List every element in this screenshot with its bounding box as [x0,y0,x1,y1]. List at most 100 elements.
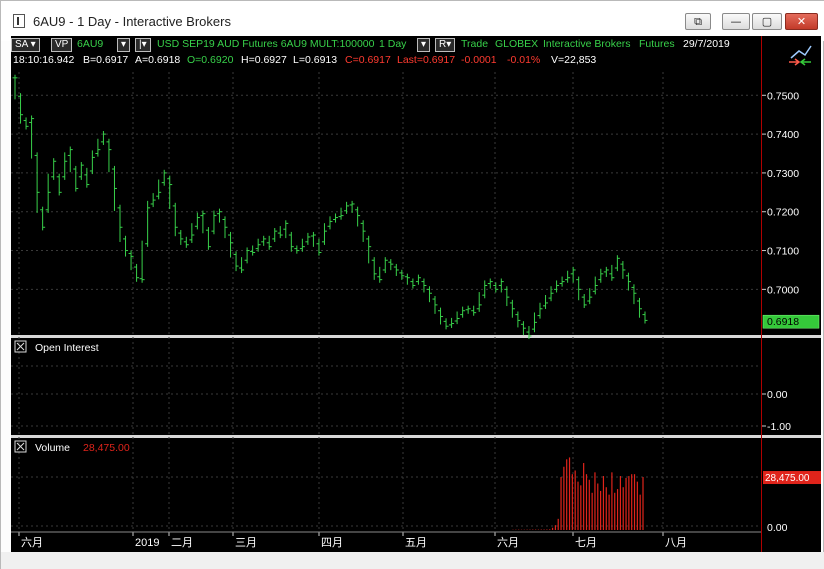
change-label: -0.0001 [461,54,497,66]
price-bar [432,295,438,314]
price-bar [476,292,482,312]
volume-title: Volume [35,442,70,454]
price-bar [531,312,537,333]
y-tick-label: 0.7000 [767,284,799,296]
price-bar [100,130,106,145]
price-bar [216,208,222,223]
x-tick-label: 五月 [405,537,427,549]
volume-tick-label: 0.00 [767,522,788,534]
minimize-button[interactable]: — [722,13,750,30]
app-icon [13,14,25,28]
price-bar [614,255,620,272]
price-bar [587,288,593,305]
price-bar [134,263,140,282]
price-bar [498,278,504,293]
restore-button[interactable]: ▢ [752,13,782,30]
price-bar [520,321,526,336]
header-row-2: 18:10:16.942 B=0.6917 A=0.6918 O=0.6920 … [11,52,759,68]
volume-total-label: V=22,853 [551,54,597,66]
close-button[interactable]: ✕ [785,13,818,30]
price-bar [554,280,560,293]
price-bar [244,247,250,264]
price-bar [565,270,571,283]
high-label: H=0.6927 [241,54,287,66]
price-bar [145,200,151,247]
price-bar [123,235,129,257]
price-bar [636,297,642,318]
price-bar [205,227,211,250]
price-bar [443,318,449,330]
time-label: 18:10:16.942 [13,54,75,66]
price-bar [239,257,245,274]
price-bar [233,251,239,272]
x-tick-label: 四月 [321,537,343,549]
price-bar [310,231,316,247]
x-tick-label: 二月 [171,537,193,549]
price-bar [305,232,311,245]
price-bar [382,257,388,274]
price-bar [371,257,377,280]
price-bar [592,276,598,295]
period-dropdown[interactable]: ▾ [417,38,431,52]
header-row-1: SA ▾ VP 6AU9 ▾ |▾ USD SEP19 AUD Futures … [11,36,759,52]
vp-button[interactable]: VP [51,38,73,52]
price-bar [454,311,460,325]
y-tick-label: 0.7300 [767,168,799,180]
window-title: 6AU9 - 1 Day - Interactive Brokers [33,14,231,29]
chart-tools-icon [790,45,812,59]
price-bar [460,306,466,318]
price-bar [377,266,383,283]
price-bar [23,117,29,130]
sectype-label: Futures [639,38,675,50]
price-bar [161,169,167,186]
price-bar [261,235,267,246]
price-bar [200,210,206,234]
price-bar [106,138,112,173]
chart-area[interactable]: 0.7500 0.7400 0.7300 0.7200 0.7100 0.7000 0.69… [11,36,821,552]
price-bar [178,229,184,245]
y-tick-label: 0.7100 [767,246,799,258]
price-bar [410,278,416,289]
symbol-dropdown[interactable]: ▾ [117,38,131,52]
price-bar [504,286,510,307]
x-tick-label: 三月 [235,537,257,549]
price-bar [299,238,305,252]
chart-svg[interactable]: 0.7500 0.7400 0.7300 0.7200 0.7100 0.7000 0.69… [11,36,821,552]
price-bar [321,223,327,245]
price-bar [294,245,300,254]
r-button[interactable]: R▾ [435,38,456,52]
price-bar [360,220,366,243]
price-bar [139,240,145,283]
period-label: 1 Day [379,38,407,50]
title-bar[interactable]: 6AU9 - 1 Day - Interactive Brokers ⧉ — ▢… [1,1,824,41]
price-bar [404,273,410,285]
price-bar [581,294,587,308]
price-bar [327,216,333,230]
volume-tick-label: 28,475.00 [765,473,810,484]
price-bar [67,146,73,173]
bar-type-dropdown[interactable]: |▾ [135,38,151,52]
close-label: C=0.6917 [345,54,391,66]
price-bar [559,276,565,287]
chart-window: 6AU9 - 1 Day - Interactive Brokers ⧉ — ▢… [0,0,824,569]
price-bar [543,294,549,309]
sa-button[interactable]: SA ▾ [11,38,40,52]
volume-close-icon [16,442,25,451]
price-bar [620,261,626,279]
price-bar [603,266,609,277]
price-bar [288,231,294,252]
status-strip [1,552,824,569]
ask-label: A=0.6918 [135,54,181,66]
x-tick-label: 八月 [665,537,687,549]
y-tick-label: 0.7200 [767,207,799,219]
x-tick-label: 七月 [575,536,597,549]
price-bar [56,173,62,196]
price-bar [399,269,405,280]
price-bar [150,193,156,208]
detach-button[interactable]: ⧉ [685,13,711,30]
price-bar [29,115,35,159]
price-bar [45,173,51,213]
price-bar [366,235,372,264]
price-bar [598,268,604,283]
price-bar [283,220,289,239]
